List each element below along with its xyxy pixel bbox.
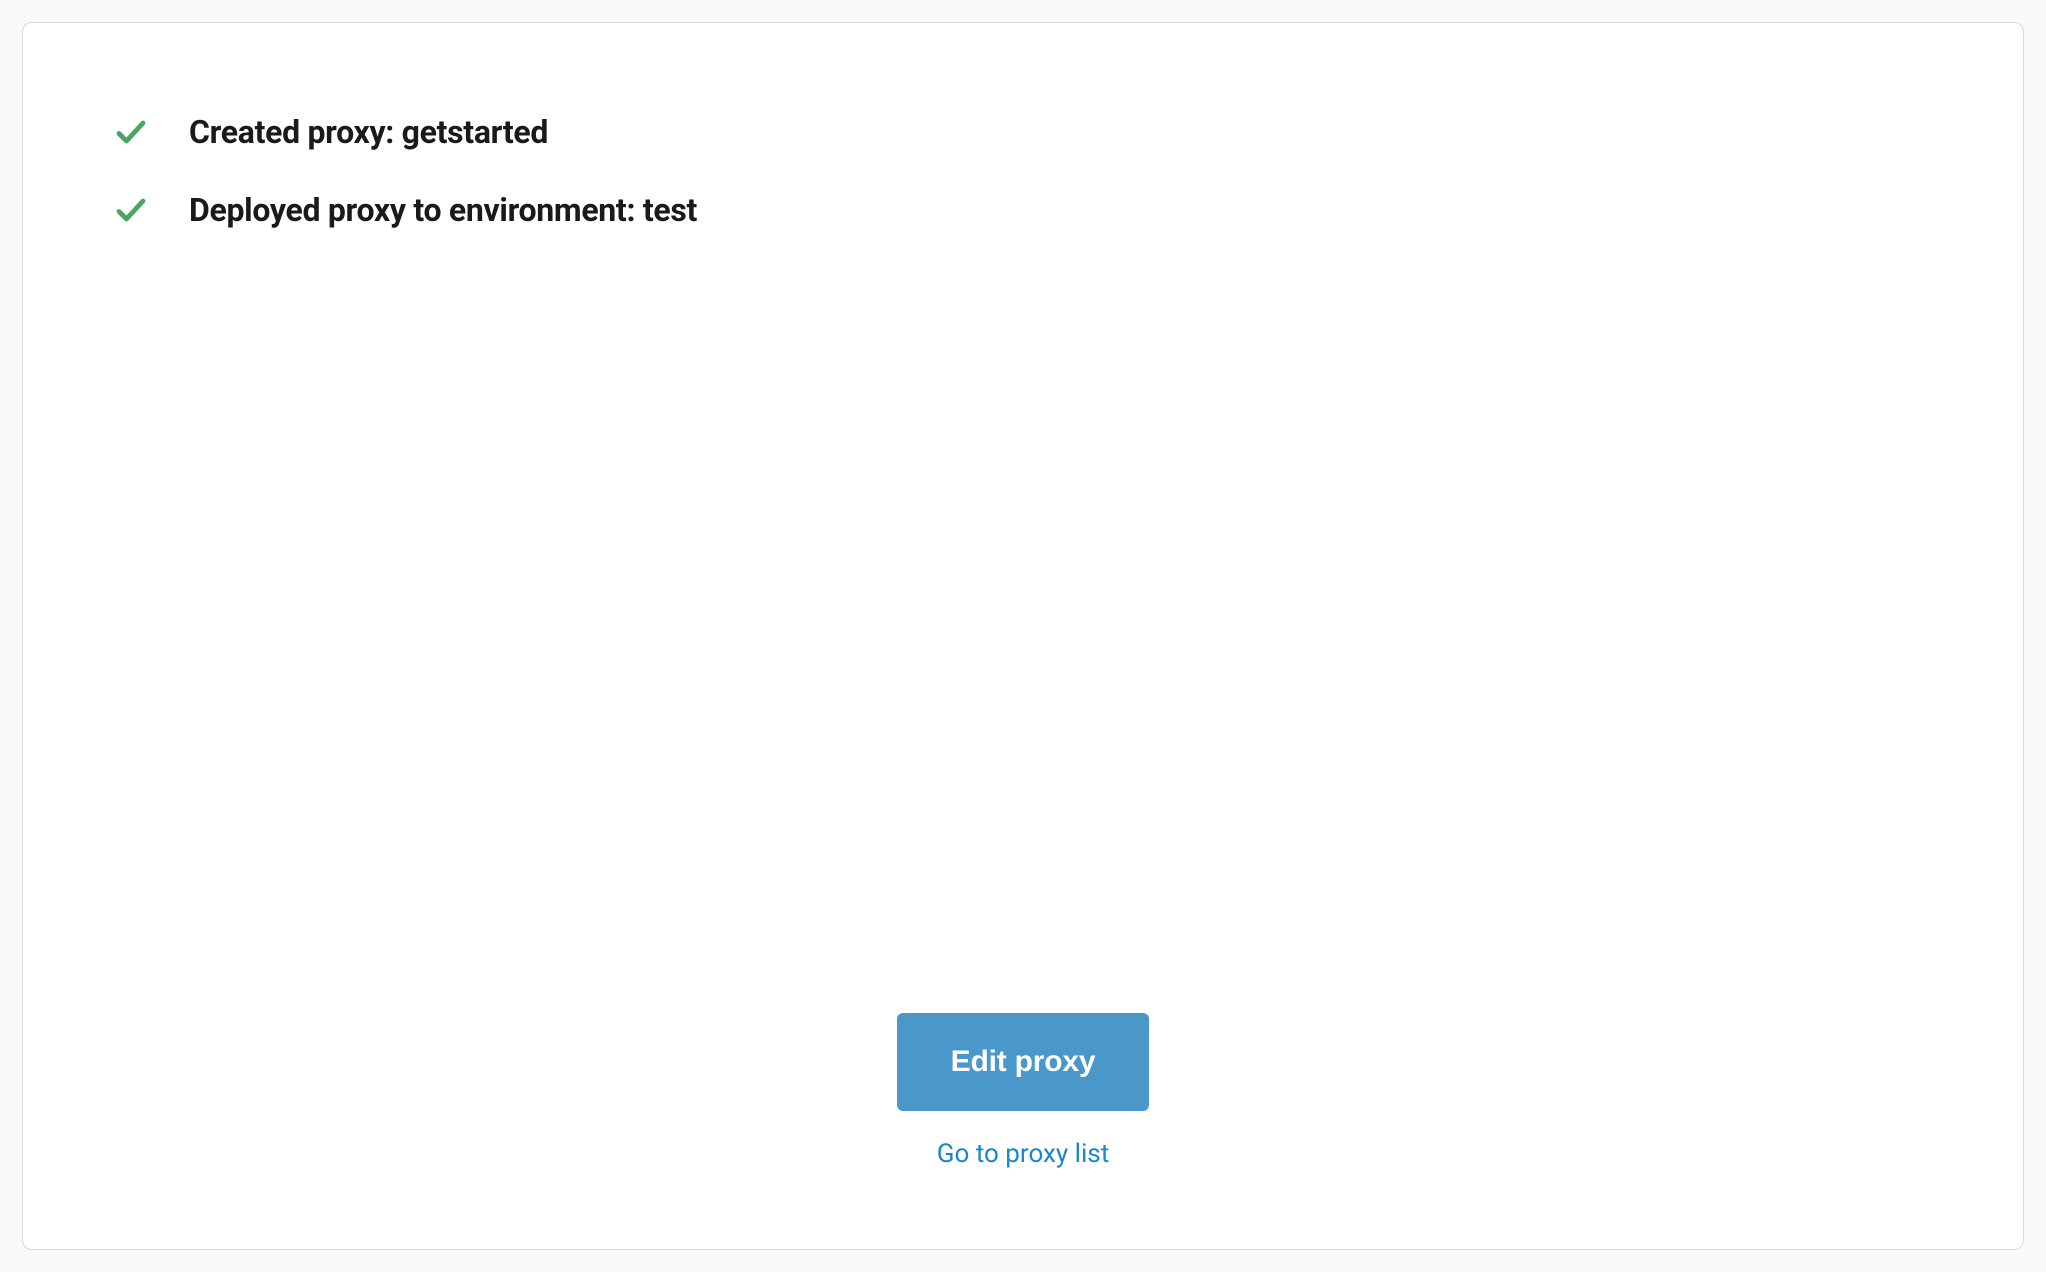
status-card: Created proxy: getstarted Deployed proxy… [22,22,2024,1250]
edit-proxy-button[interactable]: Edit proxy [897,1013,1150,1111]
status-row-deployed: Deployed proxy to environment: test [113,191,1933,229]
status-message: Created proxy: getstarted [189,113,548,151]
check-icon [113,114,149,150]
actions-container: Edit proxy Go to proxy list [113,1013,1933,1189]
go-to-proxy-list-link[interactable]: Go to proxy list [937,1139,1109,1169]
status-row-created: Created proxy: getstarted [113,113,1933,151]
spacer [113,229,1933,1013]
status-message: Deployed proxy to environment: test [189,191,697,229]
status-list: Created proxy: getstarted Deployed proxy… [113,113,1933,229]
check-icon [113,192,149,228]
